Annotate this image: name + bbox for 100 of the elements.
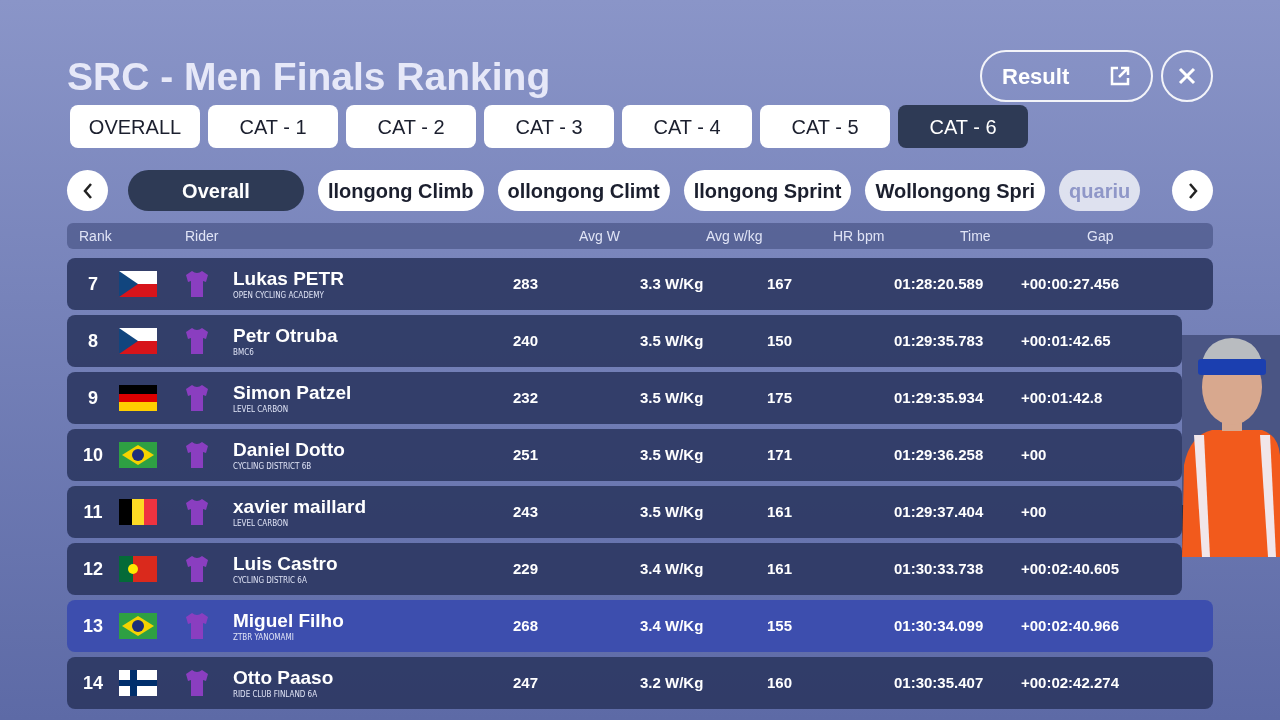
stage-tab[interactable]: llongong Climb: [318, 170, 484, 211]
table-cell-text: 3.5 W/Kg: [640, 501, 705, 522]
category-tab[interactable]: OVERALL: [70, 105, 200, 148]
table-cell-text: 01:29:35.934: [894, 387, 985, 408]
rank-cell-text: 9: [87, 386, 99, 410]
table-cell-text: 01:30:34.099: [894, 615, 985, 636]
rider-name: Daniel Dotto: [233, 438, 345, 462]
team-name: LEVEL CARBON: [233, 404, 289, 415]
table-cell-text: +00:02:40.966: [1021, 615, 1119, 636]
team-name: ZTBR YANOMAMI: [233, 632, 294, 643]
table-row[interactable]: 10 Daniel Dotto CYCLING DISTRICT 6B 251 3.5 W/Kg 171 01:29:36.258 +00: [67, 429, 1182, 481]
team-name: CYCLING DISTRICT 6B: [233, 461, 312, 472]
team-name: CYCLING DISTRIC 6A: [233, 575, 307, 586]
table-cell-text: 283: [513, 273, 540, 294]
rider-name: Otto Paaso: [233, 666, 334, 690]
table-cell-text: 3.5 W/Kg: [640, 330, 705, 351]
table-row[interactable]: 9 Simon Patzel LEVEL CARBON 232 3.5 W/Kg 175 01:29:35.934 +00:01:42.8: [67, 372, 1182, 424]
category-tab[interactable]: CAT - 5: [760, 105, 890, 148]
table-cell-text: 171: [767, 444, 794, 465]
rank-cell-text: 10: [82, 443, 104, 467]
category-tab[interactable]: CAT - 2: [346, 105, 476, 148]
category-tab[interactable]: CAT - 3: [484, 105, 614, 148]
next-button[interactable]: [1172, 170, 1213, 211]
table-cell-text: 247: [513, 672, 540, 693]
table-cell-text: 232: [513, 387, 540, 408]
column-header: Rider: [185, 226, 220, 246]
table-cell-text: 3.5 W/Kg: [640, 387, 705, 408]
stage-tab[interactable]: Wollongong Spri: [865, 170, 1046, 211]
rider-name: Luis Castro: [233, 552, 338, 576]
table-row[interactable]: 14 Otto Paaso RIDE CLUB FINLAND 6A 247 3.2 W/Kg 160 01:30:35.407 +00:02:42.274: [67, 657, 1213, 709]
jersey-icon: [185, 669, 209, 697]
table-cell-text: +00:01:42.8: [1021, 387, 1103, 408]
table-cell-text: 3.4 W/Kg: [640, 558, 705, 579]
column-header: HR bpm: [833, 226, 886, 246]
rider-name: Lukas PETR: [233, 267, 344, 291]
close-icon: [1178, 67, 1196, 85]
table-cell-text: 01:29:36.258: [894, 444, 985, 465]
stage-tab[interactable]: llongong Sprint: [683, 170, 852, 211]
page-title: SRC - Men Finals Ranking: [67, 56, 551, 96]
category-tab[interactable]: CAT - 1: [208, 105, 338, 148]
table-cell-text: 240: [513, 330, 540, 351]
table-cell-text: +00:00:27.456: [1021, 273, 1119, 294]
table-cell-text: 161: [767, 558, 794, 579]
rank-cell-text: 11: [82, 500, 104, 524]
category-tab[interactable]: CAT - 4: [622, 105, 752, 148]
stage-tab[interactable]: ollongong Climt: [497, 170, 670, 211]
stage-tab[interactable]: Overall: [128, 170, 304, 211]
column-header: Time: [960, 226, 992, 246]
jersey-icon: [185, 270, 209, 298]
table-cell-text: 01:28:20.589: [894, 273, 985, 294]
table-cell-text: +00:01:42.65: [1021, 330, 1111, 351]
jersey-icon: [185, 555, 209, 583]
chevron-right-icon: [1186, 181, 1199, 200]
jersey-icon: [185, 612, 209, 640]
rank-cell-text: 8: [87, 329, 99, 353]
category-tab[interactable]: CAT - 6: [898, 105, 1028, 148]
table-cell-text: 268: [513, 615, 540, 636]
table-cell-text: +00:02:40.605: [1021, 558, 1119, 579]
rider-name: Petr Otruba: [233, 324, 338, 348]
table-row[interactable]: 7 Lukas PETR OPEN CYCLING ACADEMY 283 3.3 W/Kg 167 01:28:20.589 +00:00:27.456: [67, 258, 1213, 310]
column-header: Rank: [78, 226, 113, 246]
table-cell-text: 160: [767, 672, 794, 693]
close-button[interactable]: [1161, 50, 1213, 102]
table-cell-text: 01:30:33.738: [894, 558, 985, 579]
table-cell-text: 3.4 W/Kg: [640, 615, 705, 636]
table-cell-text: 167: [767, 273, 794, 294]
jersey-icon: [185, 327, 209, 355]
jersey-icon: [185, 441, 209, 469]
table-row[interactable]: 13 Miguel Filho ZTBR YANOMAMI 268 3.4 W/Kg 155 01:30:34.099 +00:02:40.966: [67, 600, 1213, 652]
table-cell-text: 150: [767, 330, 794, 351]
rider-name: Simon Patzel: [233, 381, 352, 405]
rank-cell-text: 14: [82, 671, 104, 695]
table-cell-text: 01:29:35.783: [894, 330, 985, 351]
column-header: Avg w/kg: [706, 226, 764, 246]
table-cell-text: 175: [767, 387, 794, 408]
table-cell-text: 01:30:35.407: [894, 672, 985, 693]
chevron-left-icon: [81, 181, 94, 200]
table-row[interactable]: 12 Luis Castro CYCLING DISTRIC 6A 229 3.4 W/Kg 161 01:30:33.738 +00:02:40.605: [67, 543, 1182, 595]
team-name: BMC6: [233, 347, 254, 358]
external-link-icon: [1109, 65, 1131, 87]
table-cell-text: 243: [513, 501, 540, 522]
rider-name: Miguel Filho: [233, 609, 344, 633]
table-cell-text: +00: [1021, 501, 1047, 522]
rank-cell-text: 7: [87, 272, 99, 296]
table-row[interactable]: 8 Petr Otruba BMC6 240 3.5 W/Kg 150 01:29:35.783 +00:01:42.65: [67, 315, 1182, 367]
table-row[interactable]: 11 xavier maillard LEVEL CARBON 243 3.5 W/Kg 161 01:29:37.404 +00: [67, 486, 1182, 538]
table-cell-text: 3.5 W/Kg: [640, 444, 705, 465]
rider-name: xavier maillard: [233, 495, 367, 519]
previous-button[interactable]: [67, 170, 108, 211]
table-cell-text: 01:29:37.404: [894, 501, 985, 522]
rank-cell-text: 12: [82, 557, 104, 581]
team-name: LEVEL CARBON: [233, 518, 289, 529]
team-name: RIDE CLUB FINLAND 6A: [233, 689, 318, 700]
team-name: OPEN CYCLING ACADEMY: [233, 290, 324, 301]
table-cell-text: 161: [767, 501, 794, 522]
table-cell-text: 3.3 W/Kg: [640, 273, 705, 294]
rank-cell-text: 13: [82, 614, 104, 638]
table-cell-text: 251: [513, 444, 540, 465]
table-cell-text: +00: [1021, 444, 1047, 465]
column-header: Gap: [1087, 226, 1115, 246]
